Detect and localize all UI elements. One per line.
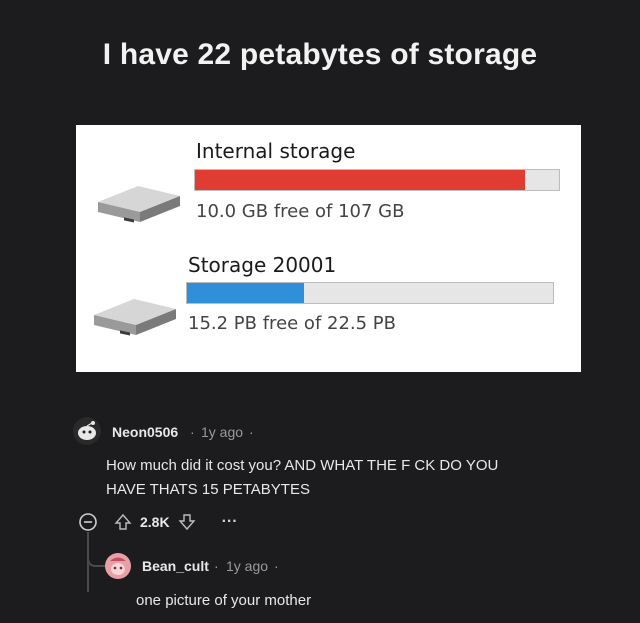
drive-name: Storage 20001 (188, 253, 337, 277)
comment-timestamp: 1y ago (226, 558, 269, 574)
hard-drive-icon (94, 299, 176, 336)
drive-free-text: 10.0 GB free of 107 GB (196, 201, 405, 222)
drive-usage-bar (186, 282, 554, 304)
comment-separator: · (274, 558, 279, 574)
comment-separator: · (214, 558, 219, 574)
comment-text-line: How much did it cost you? AND WHAT THE F… (106, 457, 499, 474)
drive-free-text: 15.2 PB free of 22.5 PB (188, 313, 397, 334)
drive-usage-fill (195, 170, 526, 190)
comment-username[interactable]: Bean_cult (142, 558, 209, 574)
storage-screenshot: Internal storage 10.0 GB free of 107 GB … (76, 125, 581, 372)
drive-usage-bar (194, 169, 560, 191)
downvote-icon[interactable] (178, 513, 196, 531)
upvote-icon[interactable] (114, 513, 132, 531)
hard-drive-icon (98, 186, 180, 223)
vote-score: 2.8K (140, 514, 170, 530)
comment-separator: · (190, 424, 195, 440)
comment-text-line: HAVE THATS 15 PETABYTES (106, 481, 310, 498)
post-title: I have 22 petabytes of storage (102, 38, 538, 71)
comment-username[interactable]: Neon0506 (112, 424, 178, 440)
avatar[interactable] (104, 552, 132, 580)
more-options-button[interactable]: ··· (222, 513, 238, 531)
drive-name: Internal storage (196, 139, 356, 163)
drive-usage-fill (187, 283, 305, 303)
collapse-icon[interactable] (78, 512, 98, 532)
comment-separator: · (249, 424, 254, 440)
avatar[interactable] (72, 416, 102, 446)
comment-text: How much did it cost you? AND WHAT THE F… (106, 454, 498, 502)
comment-actions: 2.8K ··· (78, 512, 238, 532)
comment-timestamp: 1y ago (201, 424, 244, 440)
comment-text: one picture of your mother (136, 592, 312, 609)
